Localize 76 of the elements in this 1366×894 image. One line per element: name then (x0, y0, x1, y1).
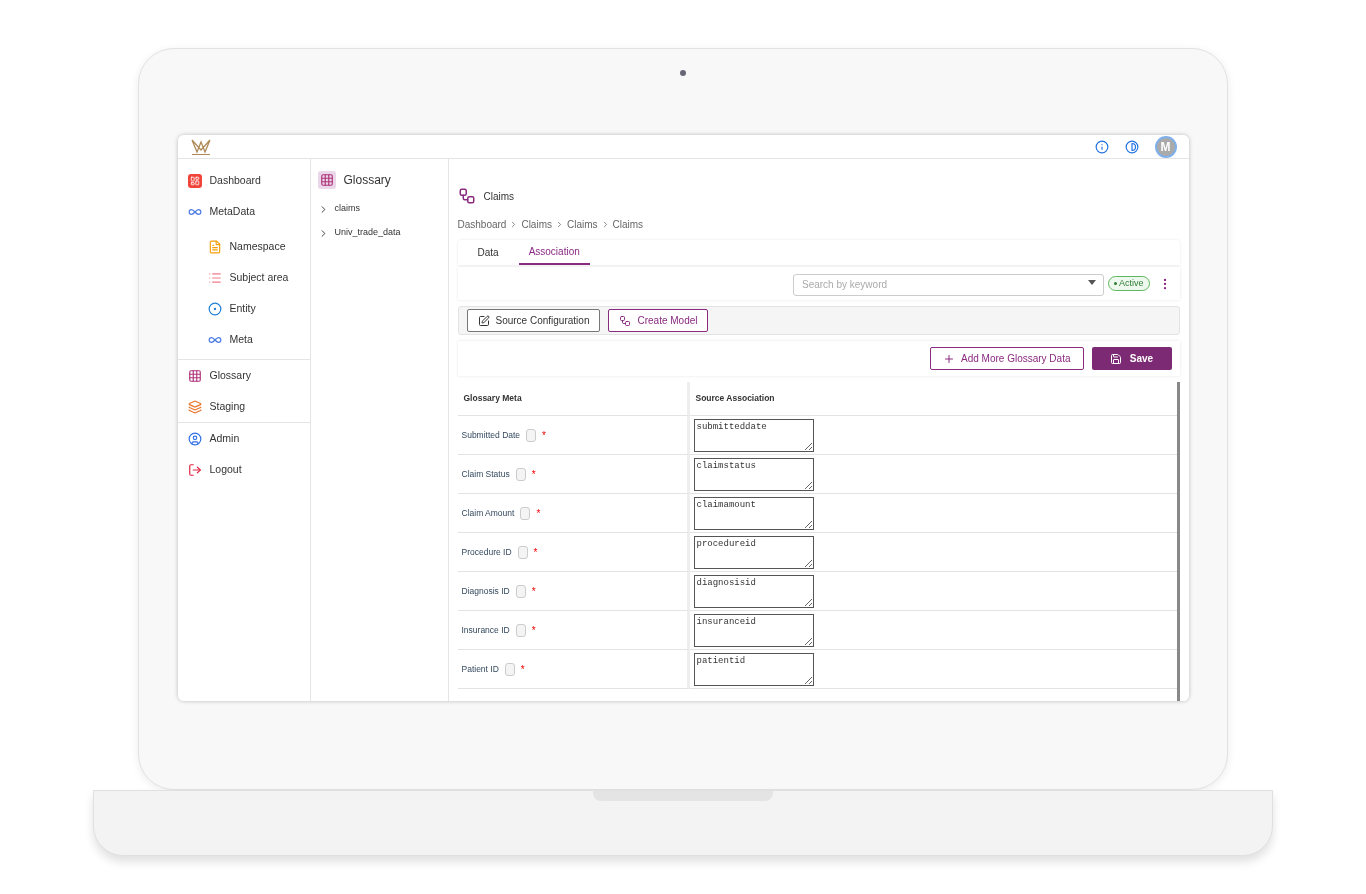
save-icon (1109, 352, 1122, 365)
add-button[interactable]: Add More Glossary Data (930, 347, 1084, 370)
tree-item[interactable]: claims (317, 197, 441, 221)
camera-icon (680, 70, 686, 76)
column-header: Glossary Meta (457, 382, 690, 416)
chevron-icon (555, 220, 564, 229)
sidebar-item[interactable]: Dashboard (177, 165, 310, 196)
edit-icon (477, 314, 490, 327)
sidebar-item[interactable]: Glossary (177, 360, 310, 391)
dashboard-icon (187, 173, 202, 188)
toolbar-button[interactable]: Create Model (608, 309, 709, 332)
input-field[interactable]: claimamount (693, 496, 814, 530)
sidebar-item[interactable]: Meta (177, 324, 310, 355)
input-field[interactable]: claimstatus (693, 457, 814, 491)
field-label: Claim Amount (461, 506, 515, 520)
info-icon[interactable] (1094, 139, 1109, 154)
logo-icon (189, 137, 212, 156)
required-mark: * (520, 662, 525, 677)
checkbox[interactable] (504, 662, 515, 676)
layers-icon (187, 399, 202, 414)
checkbox[interactable] (526, 428, 537, 442)
sidebar-item[interactable]: Admin (177, 423, 310, 454)
sidebar-item[interactable]: Subject area (177, 262, 310, 293)
checkbox[interactable] (515, 623, 526, 637)
field-label: Diagnosis ID (461, 584, 510, 598)
field-label: Submitted Date (461, 428, 521, 442)
document-icon (207, 239, 222, 254)
panel-title: Glossary (343, 172, 391, 189)
field-label: Insurance ID (461, 623, 510, 637)
tree-item[interactable]: Univ_trade_data (317, 221, 441, 245)
logout-icon (187, 462, 202, 477)
breadcrumb-link[interactable]: Claims (612, 217, 644, 232)
workflow-icon (619, 314, 632, 327)
checkbox[interactable] (515, 584, 526, 598)
workflow-icon (457, 187, 476, 205)
input-field[interactable]: insuranceid (693, 613, 814, 647)
checkbox[interactable] (520, 506, 531, 520)
search-field[interactable]: Search by keyword (793, 273, 1104, 296)
field-label: Procedure ID (461, 545, 512, 559)
required-mark: * (542, 428, 546, 443)
status-badge: Active (1108, 276, 1150, 291)
breadcrumb-link[interactable]: Claims (567, 217, 598, 232)
sidebar-item[interactable]: Logout (177, 454, 310, 485)
required-mark: * (531, 623, 536, 638)
field-label: Claim Status (461, 467, 510, 481)
required-mark: * (536, 506, 541, 521)
sidebar-item[interactable]: Namespace (177, 231, 310, 262)
breadcrumb-link[interactable]: Claims (521, 217, 552, 232)
required-mark: * (531, 584, 536, 599)
contrast-icon[interactable] (1124, 139, 1139, 154)
grid-icon (187, 368, 202, 383)
breadcrumb-link[interactable]: Dashboard (457, 217, 507, 232)
checkbox[interactable] (515, 467, 526, 481)
input-field[interactable]: patientid (693, 652, 814, 686)
input-field[interactable]: procedureid (693, 535, 814, 569)
circle-icon (207, 301, 222, 316)
sidebar-item[interactable]: MetaData (177, 196, 310, 227)
tab[interactable]: Data (467, 240, 509, 265)
grid-icon (317, 171, 336, 189)
input-field[interactable]: submitteddate (693, 418, 814, 452)
toolbar-button[interactable]: Source Configuration (466, 309, 601, 332)
field-label: Patient ID (461, 662, 499, 676)
user-icon (187, 431, 202, 446)
checkbox[interactable] (517, 545, 528, 559)
page-title: Claims (483, 189, 515, 204)
list-icon (207, 270, 222, 285)
tab[interactable]: Association (518, 240, 590, 265)
sidebar-item[interactable]: Staging (177, 391, 310, 422)
required-mark: * (531, 467, 536, 482)
save-button[interactable]: Save (1091, 347, 1172, 370)
input-field[interactable]: diagnosisid (693, 574, 814, 608)
plus-icon (943, 352, 955, 365)
sidebar-item[interactable]: Entity (177, 293, 310, 324)
column-header: Source Association (689, 382, 1177, 416)
required-mark: * (533, 545, 538, 560)
dropdown-caret-icon[interactable] (1088, 280, 1096, 286)
